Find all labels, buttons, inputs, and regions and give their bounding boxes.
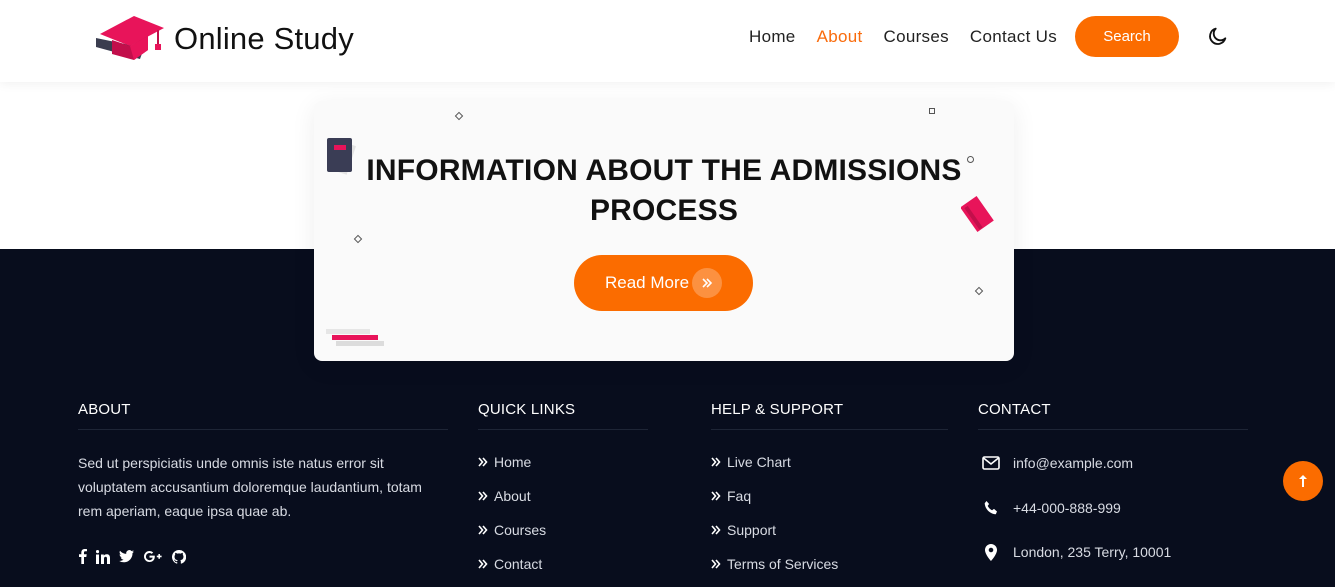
scroll-to-top-button[interactable]: [1283, 461, 1323, 501]
about-text-line: voluptatem accusantium doloremque laudan…: [78, 479, 422, 495]
contact-phone[interactable]: +44-000-888-999: [981, 498, 1121, 518]
about-text-line: rem aperiam, eaque ipsa quae ab.: [78, 503, 292, 519]
link-label: Terms of Services: [727, 556, 839, 572]
footer-contact-heading: CONTACT: [978, 401, 1051, 418]
help-support-list: Live Chart Faq Support Terms of Services: [711, 445, 838, 581]
double-chevron-right-icon: [478, 559, 488, 569]
divider: [478, 429, 648, 430]
read-more-label: Read More: [605, 273, 690, 292]
site-header: Online Study Home About Courses Contact …: [0, 0, 1335, 82]
double-chevron-right-icon: [711, 525, 721, 535]
decor-diamond: [454, 111, 464, 121]
admissions-card: INFORMATION ABOUT THE ADMISSIONS PROCESS…: [314, 101, 1014, 361]
contact-address-text: London, 235 Terry, 10001: [1013, 544, 1172, 560]
linkedin-icon[interactable]: [96, 549, 110, 564]
double-chevron-right-icon: [711, 457, 721, 467]
link-label: About: [494, 488, 531, 504]
footer-about-text: Sed ut perspiciatis unde omnis iste natu…: [78, 451, 443, 523]
facebook-icon[interactable]: [78, 549, 87, 564]
double-chevron-right-icon: [478, 525, 488, 535]
card-title-line-2: PROCESS: [589, 194, 739, 227]
list-item[interactable]: Contact: [478, 547, 546, 581]
contact-phone-text: +44-000-888-999: [1013, 500, 1121, 516]
list-item[interactable]: Terms of Services: [711, 547, 838, 581]
list-item[interactable]: Courses: [478, 513, 546, 547]
nav-about[interactable]: About: [817, 27, 863, 47]
arrow-up-icon: [1299, 475, 1307, 487]
twitter-icon[interactable]: [119, 550, 134, 563]
book-stack-icon: [326, 329, 384, 346]
list-item[interactable]: Support: [711, 513, 838, 547]
search-button[interactable]: Search: [1075, 16, 1179, 57]
link-label: Live Chart: [727, 454, 791, 470]
brand-logo[interactable]: Online Study: [94, 14, 354, 64]
double-chevron-right-icon: [711, 559, 721, 569]
footer-quick-links-heading: QUICK LINKS: [478, 401, 576, 418]
decor-diamond: [974, 286, 984, 296]
brand-name: Online Study: [174, 21, 354, 56]
quick-links-list: Home About Courses Contact: [478, 445, 546, 581]
link-label: Home: [494, 454, 532, 470]
link-label: Support: [727, 522, 777, 538]
nav-contact-us[interactable]: Contact Us: [970, 27, 1057, 47]
contact-email-text: info@example.com: [1013, 455, 1134, 471]
nav-courses[interactable]: Courses: [884, 27, 949, 47]
card-title-line-1: INFORMATION ABOUT THE ADMISSIONS: [366, 154, 962, 187]
double-chevron-right-icon: [478, 491, 488, 501]
double-chevron-right-icon: [478, 457, 488, 467]
graduation-cap-icon: [96, 16, 164, 60]
contact-address: London, 235 Terry, 10001: [981, 542, 1171, 562]
decor-square: [929, 108, 935, 114]
github-icon[interactable]: [172, 549, 186, 564]
moon-icon[interactable]: [1207, 25, 1229, 47]
nav-home[interactable]: Home: [749, 27, 796, 47]
contact-email[interactable]: info@example.com: [981, 453, 1133, 473]
list-item[interactable]: About: [478, 479, 546, 513]
list-item[interactable]: Home: [478, 445, 546, 479]
list-item[interactable]: Live Chart: [711, 445, 838, 479]
main-nav: Home About Courses Contact Us: [749, 27, 1078, 47]
link-label: Contact: [494, 556, 543, 572]
footer-about-heading: ABOUT: [78, 401, 131, 418]
double-chevron-right-icon: [692, 268, 722, 298]
envelope-icon: [981, 453, 1001, 473]
social-links: [78, 549, 195, 564]
list-item[interactable]: Faq: [711, 479, 838, 513]
footer-help-support-heading: HELP & SUPPORT: [711, 401, 844, 418]
divider: [978, 429, 1248, 430]
divider: [78, 429, 448, 430]
read-more-button[interactable]: Read More: [574, 255, 753, 311]
map-pin-icon: [981, 542, 1001, 562]
divider: [711, 429, 948, 430]
phone-icon: [981, 498, 1001, 518]
link-label: Faq: [727, 488, 752, 504]
link-label: Courses: [494, 522, 547, 538]
about-text-line: Sed ut perspiciatis unde omnis iste natu…: [78, 455, 384, 471]
double-chevron-right-icon: [711, 491, 721, 501]
google-plus-icon[interactable]: [143, 550, 163, 563]
decor-diamond: [353, 234, 363, 244]
card-title: INFORMATION ABOUT THE ADMISSIONS PROCESS: [314, 151, 1014, 231]
